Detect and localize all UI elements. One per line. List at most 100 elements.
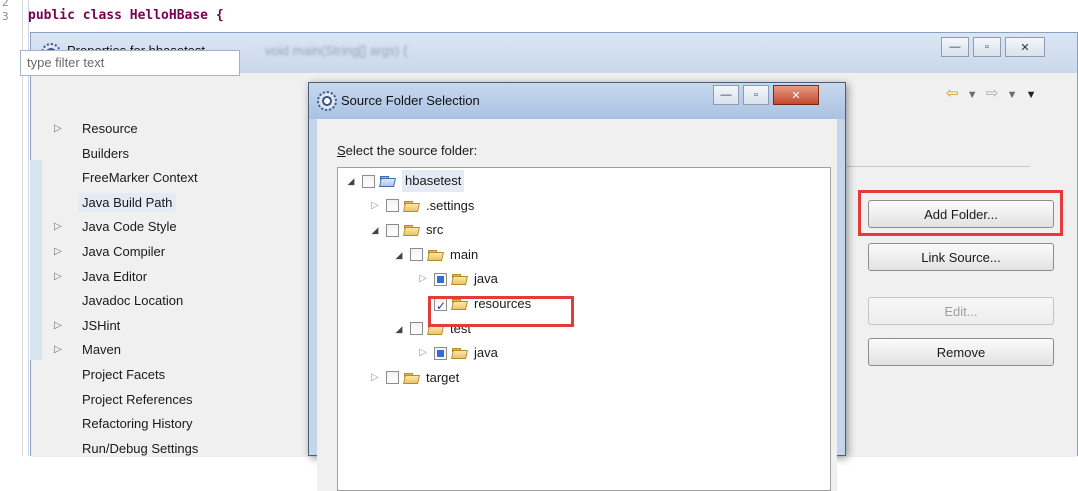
nav-item[interactable]: Java Editor bbox=[48, 265, 278, 290]
tree-checkbox[interactable] bbox=[386, 199, 399, 213]
folder-icon bbox=[404, 200, 420, 212]
nav-item[interactable]: Resource bbox=[48, 117, 278, 142]
tree-node[interactable]: ▷ java bbox=[416, 268, 498, 290]
tree-node-label: target bbox=[426, 369, 460, 385]
link-source-button[interactable]: Link Source... bbox=[868, 243, 1054, 271]
tree-checkbox[interactable] bbox=[434, 346, 447, 360]
tree-node[interactable]: ◢ src bbox=[368, 219, 444, 241]
eclipse-icon bbox=[317, 91, 337, 111]
filter-input[interactable]: type filter text bbox=[20, 50, 240, 76]
nav-item-label: Resource bbox=[82, 121, 138, 136]
nav-item-label: JSHint bbox=[82, 317, 121, 333]
nav-item-label: Javadoc Location bbox=[82, 293, 184, 309]
expanded-arrow-icon[interactable]: ◢ bbox=[344, 170, 358, 192]
source-folder-window-controls: — ▫ ✕ bbox=[713, 85, 819, 105]
close-button[interactable]: ✕ bbox=[1005, 37, 1045, 57]
folder-icon bbox=[452, 273, 468, 285]
tree-node[interactable]: ▷ target bbox=[368, 367, 459, 389]
expanded-arrow-icon[interactable]: ◢ bbox=[368, 219, 382, 241]
nav-item[interactable]: Run/Debug Settings bbox=[48, 437, 278, 462]
line-number: 2 bbox=[2, 0, 9, 9]
source-folder-title: Source Folder Selection bbox=[341, 93, 480, 108]
expanded-arrow-icon[interactable]: ◢ bbox=[392, 244, 406, 266]
maximize-button[interactable]: ▫ bbox=[743, 85, 769, 105]
properties-window-controls: — ▫ ✕ bbox=[941, 37, 1045, 57]
obscured-code-text: void main(String[] args) { bbox=[265, 43, 408, 58]
nav-item-label: Java Build Path bbox=[78, 192, 177, 212]
nav-item-label: Run/Debug Settings bbox=[82, 440, 199, 456]
left-edge-scrollbar[interactable] bbox=[30, 160, 42, 360]
history-nav: ⇦ ▼ ⇨ ▼ ▼ bbox=[946, 84, 1039, 102]
tree-node-label: java bbox=[474, 345, 498, 361]
tree-node-label: src bbox=[426, 222, 444, 238]
minimize-button[interactable]: — bbox=[713, 85, 739, 105]
prompt-mnemonic: S bbox=[337, 143, 346, 158]
prompt-text: elect the source folder: bbox=[345, 143, 478, 158]
nav-item-label: FreeMarker Context bbox=[82, 170, 198, 186]
highlight-box bbox=[858, 190, 1063, 236]
nav-item[interactable]: Builders bbox=[48, 142, 278, 167]
tree-node-label: main bbox=[450, 246, 479, 262]
maximize-button[interactable]: ▫ bbox=[973, 37, 1001, 57]
nav-item[interactable]: JSHint bbox=[48, 314, 278, 339]
nav-item[interactable]: FreeMarker Context bbox=[48, 166, 278, 191]
nav-item[interactable]: Project Facets bbox=[48, 363, 278, 388]
tree-checkbox[interactable] bbox=[386, 371, 399, 385]
nav-item-label: Java Editor bbox=[82, 268, 148, 284]
view-menu-icon[interactable]: ▼ bbox=[1026, 89, 1039, 101]
tree-checkbox[interactable] bbox=[410, 248, 423, 262]
nav-item[interactable]: Java Build Path bbox=[48, 191, 278, 216]
nav-item[interactable]: Project References bbox=[48, 388, 278, 413]
minimize-button[interactable]: — bbox=[941, 37, 969, 57]
folder-icon bbox=[452, 347, 468, 359]
edit-button: Edit... bbox=[868, 297, 1054, 325]
tree-node[interactable]: ▷ .settings bbox=[368, 195, 474, 217]
nav-item[interactable]: Javadoc Location bbox=[48, 289, 278, 314]
collapsed-arrow-icon[interactable]: ▷ bbox=[416, 342, 430, 364]
back-dropdown-icon[interactable]: ▼ bbox=[967, 89, 980, 101]
collapsed-arrow-icon[interactable]: ▷ bbox=[416, 268, 430, 290]
tree-node[interactable]: ▷ java bbox=[416, 342, 498, 364]
tree-node-label: hbasetest bbox=[402, 170, 465, 192]
folder-icon bbox=[404, 372, 420, 384]
folder-icon bbox=[404, 224, 420, 236]
line-number: 3 bbox=[2, 10, 9, 23]
folder-tree[interactable]: ◢hbasetest▷.settings◢src◢main▷javaresour… bbox=[337, 167, 831, 491]
tree-checkbox[interactable] bbox=[362, 174, 375, 188]
project-folder-icon bbox=[380, 175, 396, 187]
source-folder-dialog: Source Folder Selection — ▫ ✕ Select the… bbox=[308, 82, 846, 491]
nav-item-label: Project Facets bbox=[82, 366, 166, 382]
nav-item-label: Project References bbox=[82, 391, 193, 407]
nav-item-label: Java Compiler bbox=[82, 243, 166, 259]
nav-item-label: Refactoring History bbox=[82, 416, 193, 432]
source-folder-title-bar[interactable]: Source Folder Selection — ▫ ✕ bbox=[309, 83, 845, 119]
collapsed-arrow-icon[interactable]: ▷ bbox=[368, 367, 382, 389]
tree-node-label: .settings bbox=[426, 197, 475, 213]
highlight-box bbox=[428, 296, 574, 327]
tree-checkbox[interactable] bbox=[386, 223, 399, 237]
nav-item[interactable]: Java Code Style bbox=[48, 215, 278, 240]
source-folder-body: Select the source folder: ◢ hbasetest ▷ .se… bbox=[317, 119, 837, 491]
nav-item[interactable]: Java Compiler bbox=[48, 240, 278, 265]
code-line: public class HelloHBase { bbox=[28, 8, 224, 23]
source-folder-prompt: Select the source folder: bbox=[337, 143, 477, 158]
nav-item[interactable]: Refactoring History bbox=[48, 412, 278, 437]
property-pages-list: Resource Builders FreeMarker Context Java B… bbox=[48, 117, 278, 461]
forward-dropdown-icon[interactable]: ▼ bbox=[1007, 89, 1020, 101]
expanded-arrow-icon[interactable]: ◢ bbox=[392, 318, 406, 340]
back-arrow-icon[interactable]: ⇦ bbox=[946, 85, 961, 102]
nav-item-label: Maven bbox=[82, 342, 122, 358]
close-button[interactable]: ✕ bbox=[773, 85, 819, 105]
nav-item-label: Java Code Style bbox=[82, 219, 177, 235]
nav-item-label: Builders bbox=[82, 145, 129, 161]
forward-arrow-icon[interactable]: ⇨ bbox=[986, 85, 1001, 102]
collapsed-arrow-icon[interactable]: ▷ bbox=[368, 195, 382, 217]
tree-node[interactable]: ◢ hbasetest bbox=[344, 170, 465, 192]
tree-checkbox[interactable] bbox=[410, 322, 423, 336]
remove-button[interactable]: Remove bbox=[868, 338, 1054, 366]
tree-node[interactable]: ◢ main bbox=[392, 244, 479, 266]
nav-item[interactable]: Maven bbox=[48, 338, 278, 363]
tree-checkbox[interactable] bbox=[434, 272, 447, 286]
folder-icon bbox=[428, 249, 444, 261]
tab-separator bbox=[820, 166, 1030, 167]
